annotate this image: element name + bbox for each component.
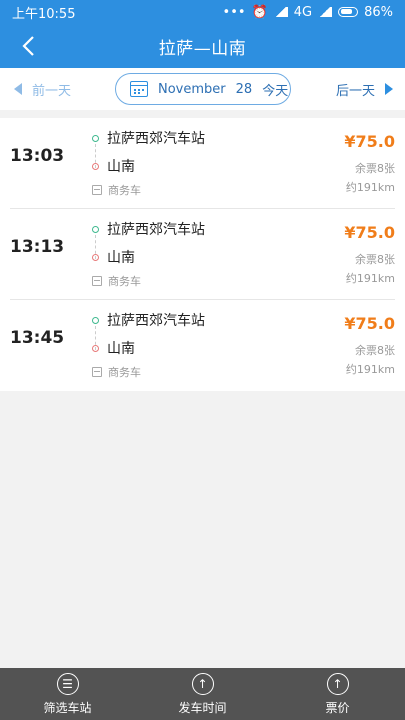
sort-departure-time-button[interactable]: ↑ 发车时间 [135,668,270,720]
arrival-stop: 山南 [92,247,205,267]
ticket-price: ¥75.0 [344,223,395,242]
departure-stop: 拉萨西郊汽车站 [92,219,205,239]
triangle-right-icon [385,83,393,95]
date-day: 28 [235,81,253,97]
departure-time: 13:45 [10,328,65,348]
prev-day-button[interactable]: 前一天 [14,68,71,110]
departure-stop: 拉萨西郊汽车站 [92,128,205,148]
ticket-price: ¥75.0 [344,132,395,151]
arrival-station: 山南 [107,250,135,266]
route-line [95,144,96,168]
arrival-station: 山南 [107,159,135,175]
trip-list: 13:03 拉萨西郊汽车站 山南 商务车 ¥75.0 余票8张 约191km 1… [0,118,405,391]
arrow-up-icon: ↑ [326,672,349,695]
dots-icon: ••• [222,4,246,20]
bus-type: 商务车 [92,273,205,289]
start-dot-icon [92,225,99,233]
calendar-icon [130,81,148,97]
route-line [95,235,96,259]
next-day-label: 后一天 [335,83,375,99]
start-dot-icon [92,134,99,142]
status-bar: 上午10:55 ••• ⏰ 4G 86% [0,0,405,24]
prev-day-label: 前一天 [32,83,72,99]
route-line [95,326,96,350]
bus-type-label: 商务车 [108,275,141,288]
page-title: 拉萨—山南 [158,38,247,59]
sort-departure-time-label: 发车时间 [178,700,227,715]
arrival-station: 山南 [107,341,135,357]
bus-type-label: 商务车 [108,366,141,379]
status-icons: ••• ⏰ 4G 86% [223,5,393,20]
distance: 约191km [345,363,395,376]
route: 拉萨西郊汽车站 山南 商务车 [92,310,205,380]
departure-station: 拉萨西郊汽车站 [107,313,205,329]
signal-icon-2 [318,7,333,17]
date-bar: 前一天 November 28 今天 后一天 [0,68,405,110]
triangle-left-icon [14,83,22,95]
next-day-button[interactable]: 后一天 [336,68,393,110]
departure-station: 拉萨西郊汽车站 [107,131,205,147]
date-today: 今天 [262,83,289,99]
trip-item[interactable]: 13:45 拉萨西郊汽车站 山南 商务车 ¥75.0 余票8张 约191km [10,300,395,391]
start-dot-icon [92,316,99,324]
bus-type-label: 商务车 [108,184,141,197]
back-button[interactable] [14,32,42,60]
filter-icon: ☰ [56,672,79,695]
arrival-stop: 山南 [92,156,205,176]
bus-type: 商务车 [92,364,205,380]
filter-station-label: 筛选车站 [43,700,92,715]
distance: 约191km [345,181,395,194]
route: 拉萨西郊汽车站 山南 商务车 [92,128,205,198]
seats-left: 余票8张 [355,344,395,357]
filter-station-button[interactable]: ☰ 筛选车站 [0,668,135,720]
bus-icon [92,185,102,195]
arrow-up-icon: ↑ [191,672,214,695]
bus-icon [92,276,102,286]
alarm-icon: ⏰ [251,4,268,20]
status-time: 上午10:55 [12,6,76,22]
battery-level: 86% [364,4,393,20]
date-picker[interactable]: November 28 今天 [115,73,291,105]
nav-bar: 拉萨—山南 [0,24,405,68]
bus-icon [92,367,102,377]
network-type: 4G [293,4,313,20]
departure-time: 13:13 [10,237,65,257]
distance: 约191km [345,272,395,285]
departure-stop: 拉萨西郊汽车站 [92,310,205,330]
battery-icon [338,7,359,17]
bottom-toolbar: ☰ 筛选车站 ↑ 发车时间 ↑ 票价 [0,668,405,720]
sort-price-label: 票价 [325,700,350,715]
departure-time: 13:03 [10,146,65,166]
date-month: November [158,81,226,97]
trip-item[interactable]: 13:03 拉萨西郊汽车站 山南 商务车 ¥75.0 余票8张 约191km [10,118,395,209]
departure-station: 拉萨西郊汽车站 [107,222,205,238]
trip-item[interactable]: 13:13 拉萨西郊汽车站 山南 商务车 ¥75.0 余票8张 约191km [10,209,395,300]
bus-type: 商务车 [92,182,205,198]
seats-left: 余票8张 [355,253,395,266]
arrival-stop: 山南 [92,338,205,358]
ticket-price: ¥75.0 [344,314,395,333]
route: 拉萨西郊汽车站 山南 商务车 [92,219,205,289]
chevron-left-icon [22,36,34,56]
seats-left: 余票8张 [355,162,395,175]
signal-icon [273,7,288,17]
sort-price-button[interactable]: ↑ 票价 [270,668,405,720]
